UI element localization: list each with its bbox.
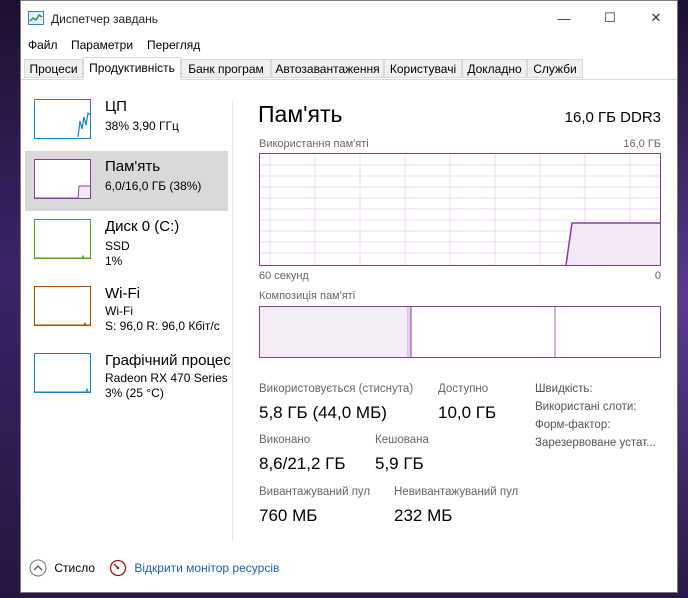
paged-pool-label: Вивантажуваний пул bbox=[259, 486, 371, 498]
tab-startup[interactable]: Автозавантаження bbox=[271, 59, 384, 78]
minimize-button[interactable]: — bbox=[541, 1, 587, 35]
sidebar-wifi-throughput: S: 96,0 R: 96,0 Кбіт/с bbox=[105, 319, 220, 333]
sidebar-item-memory[interactable]: Пам'ять 6,0/16,0 ГБ (38%) bbox=[25, 151, 228, 211]
maximize-icon: ☐ bbox=[604, 10, 616, 25]
title-bar[interactable]: Диспетчер завдань — ☐ ✕ bbox=[21, 1, 677, 35]
sidebar-disk-title: Диск 0 (C:) bbox=[105, 218, 180, 235]
desktop-background-left bbox=[0, 0, 20, 598]
open-resource-monitor-link[interactable]: Відкрити монітор ресурсів bbox=[109, 559, 279, 577]
memory-composition-bar bbox=[259, 306, 661, 358]
sidebar-gpu-model: Radeon RX 470 Series bbox=[105, 371, 228, 385]
disk-thumbnail-graph bbox=[34, 219, 91, 259]
gpu-thumbnail-graph bbox=[34, 353, 91, 393]
task-manager-window: Диспетчер завдань — ☐ ✕ Файл Параметри П… bbox=[20, 0, 678, 593]
minimize-icon: — bbox=[557, 10, 571, 26]
desktop-background-right bbox=[678, 0, 688, 598]
nonpaged-pool-label: Невивантажуваний пул bbox=[394, 486, 519, 498]
sidebar-gpu-title: Графічний процес bbox=[105, 352, 231, 369]
memory-usage-graph bbox=[259, 153, 661, 266]
memory-spec: 16,0 ГБ DDR3 bbox=[564, 109, 661, 126]
memory-usage-area bbox=[566, 223, 660, 265]
speed-label: Швидкість: bbox=[535, 383, 593, 395]
hardware-reserved-label: Зарезервоване устат... bbox=[535, 437, 656, 449]
cpu-thumbnail-graph bbox=[34, 99, 91, 139]
available-value: 10,0 ГБ bbox=[438, 403, 497, 422]
open-resource-monitor-label: Відкрити монітор ресурсів bbox=[134, 561, 280, 575]
sidebar-disk-usage: 1% bbox=[105, 254, 123, 268]
form-factor-label: Форм-фактор: bbox=[535, 419, 611, 431]
tab-processes[interactable]: Процеси bbox=[24, 59, 83, 78]
sidebar-gpu-usage: 3% (25 °C) bbox=[105, 386, 164, 400]
committed-label: Виконано bbox=[259, 434, 311, 446]
paged-pool-value: 760 МБ bbox=[259, 506, 318, 525]
sidebar-item-wifi[interactable]: Wi-Fi Wi-Fi S: 96,0 R: 96,0 Кбіт/с bbox=[25, 278, 228, 338]
footer-bar: Стисло Відкрити монітор ресурсів bbox=[21, 556, 677, 584]
tab-app-history[interactable]: Банк програм bbox=[181, 59, 271, 78]
tab-performance[interactable]: Продуктивність bbox=[83, 57, 181, 80]
fewer-details-label: Стисло bbox=[54, 561, 96, 575]
sidebar-item-disk[interactable]: Диск 0 (C:) SSD 1% bbox=[25, 211, 228, 271]
resource-sidebar: ЦП 38% 3,90 ГГц Пам'ять 6,0/16,0 ГБ (38%… bbox=[21, 81, 232, 541]
tab-services[interactable]: Служби bbox=[527, 59, 583, 78]
sidebar-disk-type: SSD bbox=[105, 239, 130, 253]
sidebar-cpu-title: ЦП bbox=[105, 98, 127, 115]
sidebar-item-gpu[interactable]: Графічний процес Radeon RX 470 Series 3%… bbox=[25, 345, 232, 405]
tab-strip: Процеси Продуктивність Банк програм Авто… bbox=[21, 57, 677, 80]
composition-title: Композиція пам'яті bbox=[259, 290, 356, 302]
slots-used-label: Використані слоти: bbox=[535, 401, 637, 413]
maximize-button[interactable]: ☐ bbox=[587, 1, 633, 35]
close-button[interactable]: ✕ bbox=[633, 1, 679, 35]
menu-options[interactable]: Параметри bbox=[71, 38, 133, 52]
memory-thumbnail-graph bbox=[34, 159, 91, 199]
in-use-label: Використовується (стиснута) bbox=[259, 383, 414, 395]
menu-file[interactable]: Файл bbox=[28, 38, 58, 52]
wifi-thumbnail-graph bbox=[34, 286, 91, 326]
tab-details[interactable]: Докладно bbox=[462, 59, 527, 78]
in-use-value: 5,8 ГБ (44,0 МБ) bbox=[259, 403, 387, 422]
graph-max-label: 16,0 ГБ bbox=[623, 138, 661, 150]
sidebar-item-cpu[interactable]: ЦП 38% 3,90 ГГц bbox=[25, 91, 228, 151]
graph-time-end: 0 bbox=[654, 270, 661, 282]
fewer-details-button[interactable]: Стисло bbox=[29, 559, 95, 577]
cached-value: 5,9 ГБ bbox=[375, 454, 424, 473]
sidebar-memory-usage: 6,0/16,0 ГБ (38%) bbox=[105, 179, 202, 193]
committed-value: 8,6/21,2 ГБ bbox=[259, 454, 346, 473]
sidebar-wifi-title: Wi-Fi bbox=[105, 285, 140, 302]
nonpaged-pool-value: 232 МБ bbox=[394, 506, 453, 525]
cached-label: Кешована bbox=[375, 434, 429, 446]
tab-users[interactable]: Користувачі bbox=[384, 59, 462, 78]
available-label: Доступно bbox=[438, 383, 489, 395]
menu-view[interactable]: Перегляд bbox=[147, 38, 200, 52]
menu-bar: Файл Параметри Перегляд bbox=[21, 35, 677, 55]
close-icon: ✕ bbox=[650, 10, 662, 25]
graph-title: Використання пам'яті bbox=[259, 138, 369, 150]
panel-title: Пам'ять bbox=[258, 101, 343, 127]
sidebar-cpu-usage: 38% 3,90 ГГц bbox=[105, 119, 179, 133]
resource-monitor-icon bbox=[109, 559, 127, 577]
memory-detail-panel: Пам'ять 16,0 ГБ DDR3 Використання пам'ят… bbox=[233, 81, 679, 541]
task-manager-icon bbox=[28, 11, 44, 25]
sidebar-wifi-adapter: Wi-Fi bbox=[105, 304, 133, 318]
graph-time-start: 60 секунд bbox=[259, 270, 309, 282]
sidebar-memory-title: Пам'ять bbox=[105, 158, 161, 175]
chevron-up-icon bbox=[29, 559, 47, 577]
window-title: Диспетчер завдань bbox=[51, 12, 159, 26]
